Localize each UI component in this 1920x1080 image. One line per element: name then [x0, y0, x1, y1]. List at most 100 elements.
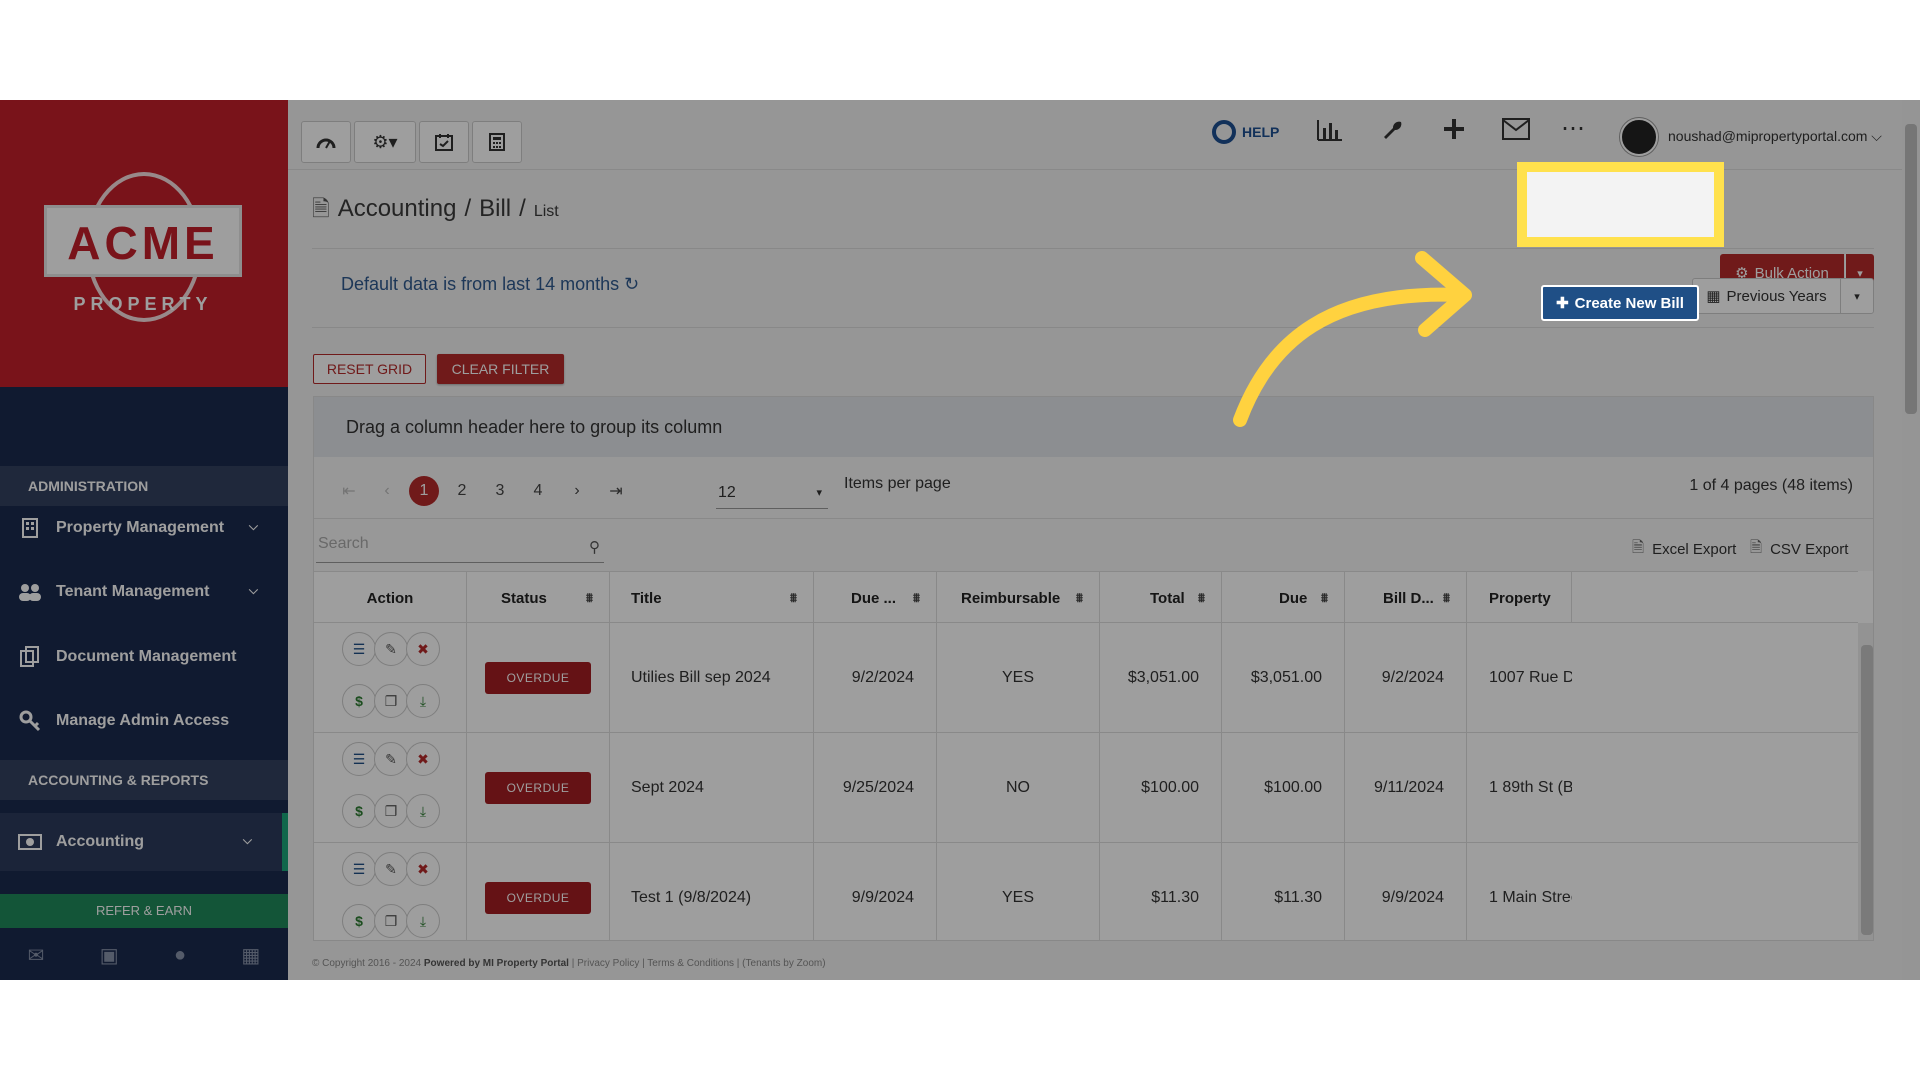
- due-date-cell: 9/2/2024: [814, 623, 937, 733]
- property-cell: 1 89th St (BCI: [1489, 779, 1572, 796]
- page-scrollbar[interactable]: [1902, 100, 1920, 980]
- column-due-date[interactable]: Due ... ⩩: [814, 572, 937, 624]
- sidebar-item-tenant-management[interactable]: Tenant Management ⌵: [0, 563, 288, 621]
- due-date-cell: 9/9/2024: [814, 843, 937, 940]
- list-icon[interactable]: ☰: [342, 742, 376, 776]
- edit-icon[interactable]: ✎: [374, 632, 408, 666]
- download-icon[interactable]: ⤓: [406, 794, 440, 828]
- next-page-icon[interactable]: ›: [562, 476, 592, 506]
- user-email-dropdown[interactable]: noushad@mipropertyportal.com ⌵: [1668, 128, 1882, 145]
- download-icon[interactable]: ⤓: [406, 684, 440, 718]
- dashboard-icon[interactable]: [301, 121, 351, 163]
- calculator-icon[interactable]: ▦: [241, 943, 260, 968]
- help-label: HELP: [1242, 124, 1280, 140]
- column-bill-date[interactable]: Bill D... ⩩: [1345, 572, 1467, 624]
- filter-icon[interactable]: ⩩: [586, 590, 593, 606]
- sidebar-item-accounting[interactable]: Accounting ⌵: [0, 813, 288, 871]
- search-input[interactable]: Search ⚲: [316, 529, 604, 563]
- filter-icon[interactable]: ⩩: [790, 590, 797, 606]
- pay-icon[interactable]: $: [342, 684, 376, 718]
- breadcrumb-bill[interactable]: Bill: [479, 195, 511, 223]
- chevron-down-icon: ⌵: [248, 519, 258, 533]
- page-1[interactable]: 1: [409, 476, 439, 506]
- sidebar-item-manage-admin-access[interactable]: Manage Admin Access: [0, 692, 288, 750]
- divider: [312, 248, 1874, 249]
- calculator-icon[interactable]: [472, 121, 522, 163]
- column-due[interactable]: Due ⩩: [1222, 572, 1345, 624]
- mail-icon[interactable]: ✉: [28, 943, 45, 968]
- bar-chart-icon[interactable]: [1316, 118, 1344, 149]
- clear-filter-button[interactable]: CLEAR FILTER: [437, 354, 564, 384]
- download-icon[interactable]: ⤓: [406, 904, 440, 938]
- person-icon[interactable]: ●: [174, 944, 186, 967]
- breadcrumb-accounting[interactable]: Accounting: [338, 195, 457, 223]
- avatar[interactable]: [1620, 118, 1658, 156]
- csv-export-button[interactable]: 🗎 CSV Export: [1750, 537, 1848, 562]
- sidebar-item-document-management[interactable]: Document Management: [0, 628, 288, 686]
- filter-icon[interactable]: ⩩: [1321, 590, 1328, 606]
- filter-icon[interactable]: ⩩: [1198, 590, 1205, 606]
- column-property[interactable]: Property: [1467, 572, 1572, 624]
- calendar-icon[interactable]: [419, 121, 469, 163]
- copy-icon[interactable]: ❐: [374, 904, 408, 938]
- column-reimbursable[interactable]: Reimbursable ⩩: [937, 572, 1100, 624]
- pay-icon[interactable]: $: [342, 794, 376, 828]
- briefcase-icon[interactable]: ▣: [100, 943, 119, 968]
- sidebar-item-property-management[interactable]: Property Management ⌵: [0, 499, 288, 557]
- previous-years-dropdown[interactable]: ▾: [1840, 278, 1874, 314]
- page-4[interactable]: 4: [523, 476, 553, 506]
- help-link[interactable]: HELP: [1212, 120, 1279, 144]
- column-total[interactable]: Total ⩩: [1100, 572, 1222, 624]
- highlight-box: [1517, 162, 1724, 247]
- grid-scroll-thumb[interactable]: [1861, 645, 1873, 935]
- column-status[interactable]: Status ⩩: [467, 572, 610, 624]
- copy-icon[interactable]: ❐: [374, 684, 408, 718]
- column-title[interactable]: Title ⩩: [610, 572, 814, 624]
- edit-icon[interactable]: ✎: [374, 742, 408, 776]
- status-cell: OVERDUE: [467, 843, 610, 940]
- page-3[interactable]: 3: [485, 476, 515, 506]
- wrench-icon[interactable]: [1381, 118, 1405, 149]
- previous-years-button[interactable]: ▦ Previous Years: [1692, 278, 1841, 314]
- action-cell: ☰ ✎ ✖ $ ❐ ⤓: [314, 623, 467, 733]
- delete-icon[interactable]: ✖: [406, 852, 440, 886]
- status-badge: OVERDUE: [485, 772, 591, 804]
- page-scroll-thumb[interactable]: [1905, 124, 1917, 414]
- settings-dropdown-icon[interactable]: ⚙▾: [354, 121, 416, 163]
- more-icon[interactable]: ⋯: [1561, 114, 1585, 143]
- page-2[interactable]: 2: [447, 476, 477, 506]
- excel-export-button[interactable]: 🗎 Excel Export: [1632, 537, 1736, 562]
- prev-page-icon[interactable]: ‹: [372, 476, 402, 506]
- edit-icon[interactable]: ✎: [374, 852, 408, 886]
- list-icon[interactable]: ☰: [342, 632, 376, 666]
- list-icon[interactable]: ☰: [342, 852, 376, 886]
- first-page-icon[interactable]: ⇤: [334, 476, 364, 506]
- refer-earn-button[interactable]: REFER & EARN: [0, 894, 288, 928]
- reset-grid-button[interactable]: RESET GRID: [313, 354, 426, 384]
- delete-icon[interactable]: ✖: [406, 632, 440, 666]
- footer: © Copyright 2016 - 2024 Powered by MI Pr…: [312, 958, 826, 969]
- delete-icon[interactable]: ✖: [406, 742, 440, 776]
- pay-icon[interactable]: $: [342, 904, 376, 938]
- plus-icon[interactable]: [1443, 118, 1465, 147]
- grid-scrollbar[interactable]: [1858, 623, 1873, 940]
- filter-icon[interactable]: ⩩: [1443, 590, 1450, 606]
- group-drop-zone[interactable]: Drag a column header here to group its c…: [314, 397, 1873, 457]
- logo-area[interactable]: ACME PROPERTY: [0, 100, 288, 387]
- action-cell: ☰ ✎ ✖ $ ❐ ⤓: [314, 843, 467, 940]
- sidebar-item-label: Tenant Management: [56, 583, 210, 600]
- create-new-bill-button[interactable]: ✚ Create New Bill: [1541, 285, 1699, 321]
- refresh-icon[interactable]: ↻: [624, 274, 639, 294]
- filter-icon[interactable]: ⩩: [913, 590, 920, 606]
- footer-powered[interactable]: Powered by MI Property Portal: [424, 958, 569, 969]
- filter-icon[interactable]: ⩩: [1076, 590, 1083, 606]
- footer-links[interactable]: | Privacy Policy | Terms & Conditions |: [572, 958, 740, 969]
- copy-icon[interactable]: ❐: [374, 794, 408, 828]
- envelope-icon[interactable]: [1502, 118, 1530, 147]
- column-action[interactable]: Action: [314, 572, 467, 624]
- table-row: ☰ ✎ ✖ $ ❐ ⤓ OVERDUE Utilies Bill sep 202…: [314, 623, 1858, 733]
- column-label: Property: [1489, 589, 1551, 607]
- grid-toolbar: Search ⚲ 🗎 Excel Export 🗎 CSV Export: [314, 519, 1873, 571]
- items-per-page-select[interactable]: 12 ▾: [716, 477, 828, 509]
- last-page-icon[interactable]: ⇥: [601, 476, 631, 506]
